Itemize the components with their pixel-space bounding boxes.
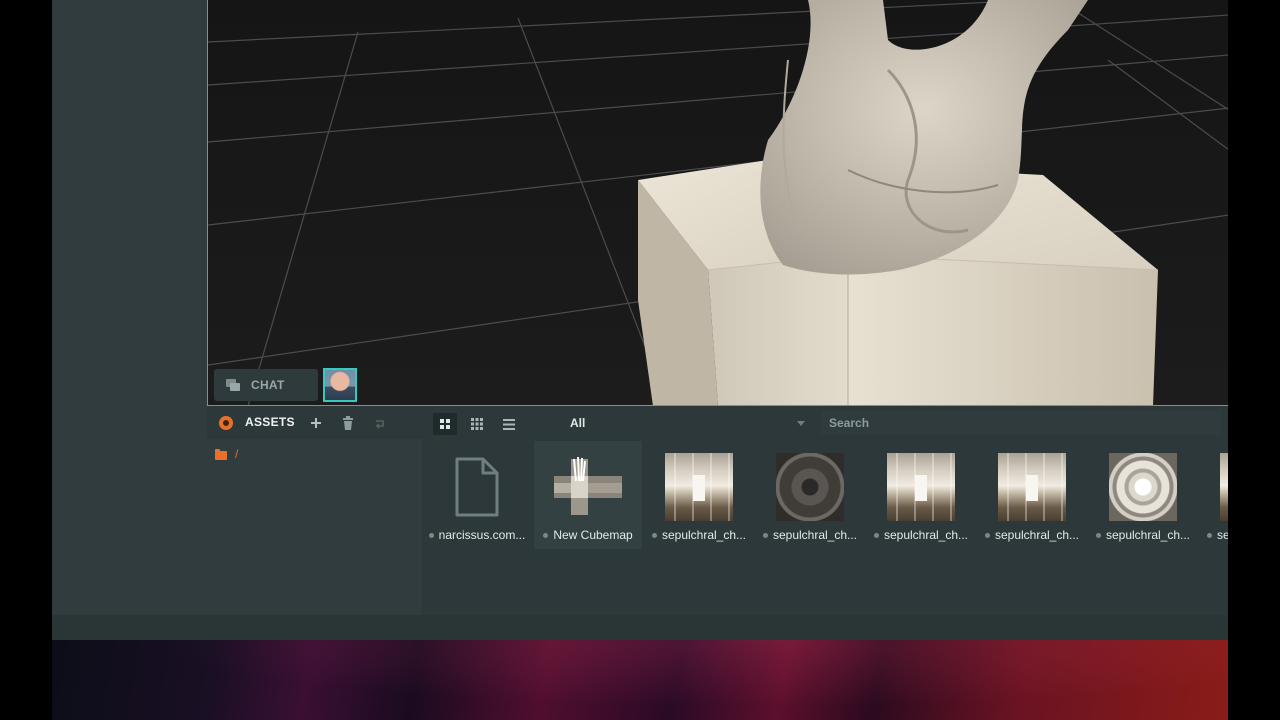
filter-value: All: [570, 416, 586, 430]
assets-panel: ASSETS All Search / narcissus.com... New…: [207, 407, 1228, 615]
assets-toolbar: ASSETS All: [207, 407, 1228, 439]
asset-label: sepulchral_ch...: [883, 528, 969, 542]
folder-root[interactable]: /: [215, 447, 238, 461]
texture-thumbnail: [998, 453, 1066, 521]
asset-label: sepulchral_ch...: [772, 528, 858, 542]
editor-window: CHAT ASSETS All Search / narcissus.com..…: [52, 0, 1228, 640]
search-input[interactable]: [821, 411, 1221, 435]
asset-grid: narcissus.com... New Cubemap sepulchral_…: [423, 439, 1228, 615]
status-dot: [1207, 532, 1212, 538]
scene-render: [208, 0, 1228, 405]
status-dot: [1095, 532, 1101, 538]
status-bar: [52, 615, 1228, 640]
status-dot: [428, 532, 434, 538]
asset-item[interactable]: se: [1200, 441, 1228, 549]
3d-viewport[interactable]: CHAT: [207, 0, 1228, 406]
large-grid-view-icon[interactable]: [433, 413, 457, 435]
user-avatar[interactable]: [323, 368, 357, 402]
asset-label: narcissus.com...: [438, 528, 526, 542]
list-view-icon[interactable]: [497, 413, 521, 435]
status-dot: [762, 532, 768, 538]
status-dot: [873, 532, 879, 538]
asset-label: sepulchral_ch...: [994, 528, 1080, 542]
file-icon: [443, 453, 511, 521]
small-grid-view-icon[interactable]: [465, 413, 489, 435]
asset-item[interactable]: sepulchral_ch...: [645, 441, 753, 549]
asset-label: sepulchral_ch...: [661, 528, 747, 542]
texture-thumbnail: [776, 453, 844, 521]
status-dot: [543, 532, 549, 538]
asset-item[interactable]: sepulchral_ch...: [756, 441, 864, 549]
assets-title: ASSETS: [245, 415, 295, 429]
assets-panel-icon[interactable]: [219, 416, 233, 430]
chat-bubble-icon: [226, 379, 240, 391]
status-dot: [651, 532, 657, 538]
cubemap-thumbnail: [554, 453, 622, 521]
asset-label: New Cubemap: [553, 528, 633, 542]
asset-item[interactable]: sepulchral_ch...: [1089, 441, 1197, 549]
asset-label: se: [1217, 528, 1228, 542]
chat-label: CHAT: [251, 378, 285, 392]
asset-item[interactable]: sepulchral_ch...: [978, 441, 1086, 549]
chat-button[interactable]: CHAT: [214, 369, 318, 401]
asset-type-filter[interactable]: All: [565, 411, 805, 435]
folder-tree: /: [207, 439, 422, 615]
folder-path: /: [235, 447, 239, 461]
asset-item[interactable]: sepulchral_ch...: [867, 441, 975, 549]
chevron-down-icon: [797, 421, 805, 426]
reply-icon[interactable]: [371, 414, 389, 432]
texture-thumbnail: [887, 453, 955, 521]
texture-thumbnail: [1109, 453, 1177, 521]
plus-icon[interactable]: [307, 414, 325, 432]
left-side-panel: [52, 0, 207, 615]
desktop-wallpaper: [52, 640, 1228, 720]
asset-label: sepulchral_ch...: [1105, 528, 1191, 542]
folder-icon: [215, 448, 227, 460]
trash-icon[interactable]: [339, 414, 357, 432]
asset-item[interactable]: narcissus.com...: [423, 441, 531, 549]
texture-thumbnail: [1220, 453, 1228, 521]
asset-item-selected[interactable]: New Cubemap: [534, 441, 642, 549]
texture-thumbnail: [665, 453, 733, 521]
status-dot: [984, 532, 990, 538]
